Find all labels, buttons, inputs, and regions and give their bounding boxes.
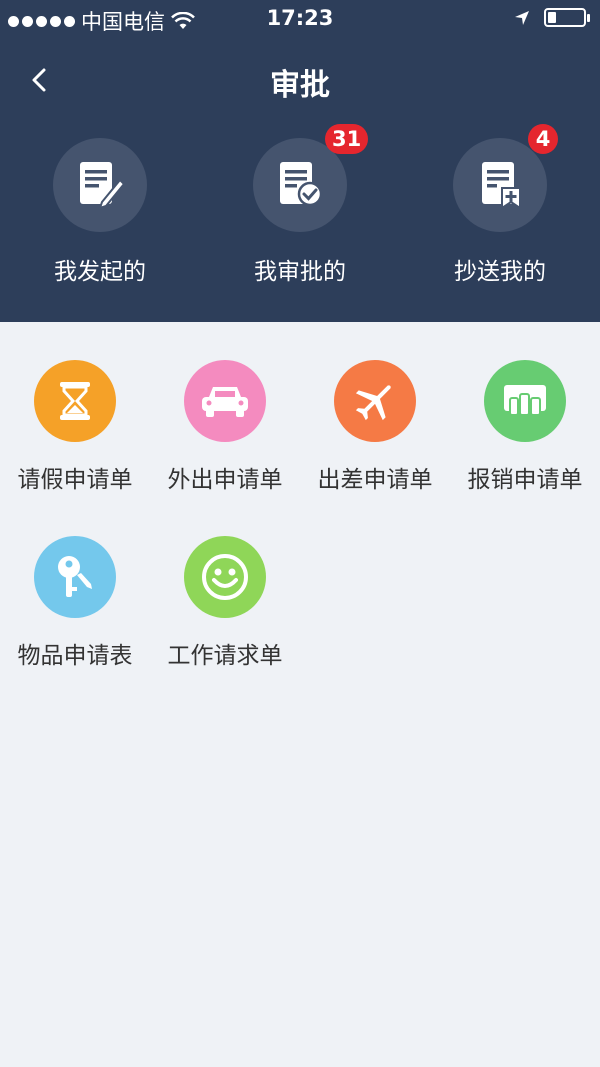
tab-label: 我审批的	[254, 259, 346, 285]
app-item-request[interactable]: 物品申请表	[0, 536, 150, 676]
app-business-trip-request[interactable]: 出差申请单	[300, 360, 450, 500]
hourglass-icon	[60, 382, 90, 420]
app-outing-request[interactable]: 外出申请单	[150, 360, 300, 500]
app-label: 工作请求单	[167, 643, 283, 669]
battery-icon	[544, 8, 590, 27]
app-label: 报销申请单	[467, 467, 583, 493]
app-label: 请假申请单	[17, 467, 133, 493]
tab-initiated-by-me[interactable]: 我发起的	[0, 138, 200, 288]
tab-label: 抄送我的	[454, 259, 546, 285]
app-work-request[interactable]: 工作请求单	[150, 536, 300, 676]
tab-label: 我发起的	[54, 259, 146, 285]
tab-cc-to-me[interactable]: 4 抄送我的	[400, 124, 600, 288]
nav-bar: 审批	[0, 52, 600, 108]
app-label: 物品申请表	[17, 643, 133, 669]
app-reimbursement-request[interactable]: 报销申请单	[450, 360, 600, 500]
reimbursement-icon	[504, 385, 546, 416]
status-bar: 中国电信 17:23	[0, 0, 600, 40]
key-icon	[58, 556, 92, 597]
airplane-icon	[355, 385, 391, 421]
header: 中国电信 17:23 审批 我发起的 31 我审批的 4 抄送我的	[0, 0, 600, 322]
approved-document-icon	[280, 162, 323, 207]
edit-document-icon	[80, 162, 126, 210]
status-time: 17:23	[266, 6, 334, 30]
car-icon	[202, 387, 248, 417]
cc-document-icon	[482, 162, 521, 210]
cc-count-badge: 4	[528, 124, 558, 154]
smiley-icon	[202, 554, 248, 600]
page-title: 审批	[270, 68, 330, 103]
tab-approved-by-me[interactable]: 31 我审批的	[200, 124, 400, 288]
location-arrow-icon	[515, 10, 529, 25]
app-leave-request[interactable]: 请假申请单	[0, 360, 150, 500]
pending-count-badge: 31	[325, 124, 369, 154]
approval-tabs: 我发起的 31 我审批的 4 抄送我的	[0, 124, 600, 288]
app-label: 外出申请单	[167, 467, 283, 493]
app-label: 出差申请单	[317, 467, 433, 493]
